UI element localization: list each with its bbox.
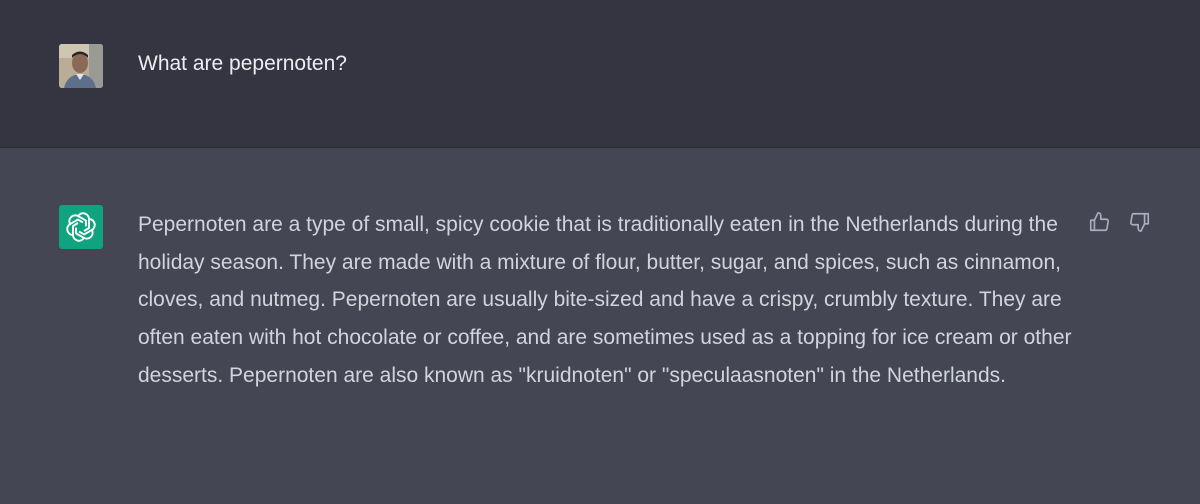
user-message-text: What are pepernoten? [138, 52, 347, 75]
openai-logo-icon [66, 212, 96, 242]
assistant-avatar [59, 205, 103, 249]
thumbs-up-icon [1089, 212, 1109, 232]
thumbs-up-button[interactable] [1085, 208, 1113, 236]
user-photo-avatar [59, 44, 103, 88]
thumbs-down-button[interactable] [1126, 208, 1154, 236]
user-avatar [59, 44, 103, 88]
assistant-message-row: Pepernoten are a type of small, spicy co… [0, 148, 1200, 504]
thumbs-down-icon [1130, 212, 1150, 232]
assistant-message-text: Pepernoten are a type of small, spicy co… [138, 213, 1072, 387]
user-message-row: What are pepernoten? [0, 0, 1200, 148]
